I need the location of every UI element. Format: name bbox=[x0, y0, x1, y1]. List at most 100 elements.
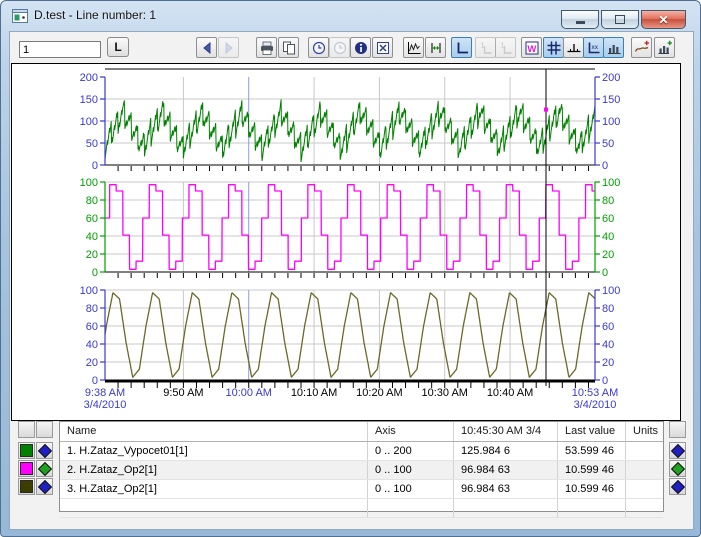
trend-chart-panel[interactable]: 0050501001001501502002000020204040606080… bbox=[11, 63, 681, 421]
title-bar[interactable]: D.test - Line number: 1 ✕ bbox=[1, 1, 700, 31]
svg-text:40: 40 bbox=[602, 339, 614, 351]
axis-select-button[interactable] bbox=[669, 478, 686, 495]
legend-row[interactable]: 1. H.Zataz_Vypocet01[1] 0 .. 200 125.984… bbox=[60, 442, 663, 461]
axis-tick-icon bbox=[566, 40, 582, 56]
minimize-button[interactable] bbox=[561, 10, 599, 29]
axis-numbered-2-button[interactable]: 1 bbox=[495, 37, 516, 58]
close-button[interactable]: ✕ bbox=[641, 10, 686, 29]
print-button[interactable] bbox=[256, 37, 277, 58]
svg-text:60: 60 bbox=[86, 321, 98, 333]
axis-select-button[interactable] bbox=[669, 442, 686, 459]
diamond-icon bbox=[37, 461, 51, 475]
time-settings-button[interactable] bbox=[308, 37, 329, 58]
copy-pages-icon bbox=[281, 40, 297, 56]
svg-text:80: 80 bbox=[86, 195, 98, 207]
curve-style-w-button[interactable]: W bbox=[521, 37, 542, 58]
svg-text:100: 100 bbox=[602, 116, 620, 128]
svg-text:0: 0 bbox=[92, 267, 98, 279]
trend-plus-icon bbox=[634, 40, 650, 56]
trend-scale-button[interactable] bbox=[403, 37, 424, 58]
svg-text:20: 20 bbox=[602, 249, 614, 261]
svg-text:100: 100 bbox=[602, 285, 620, 297]
series-cursor-value: 96.984 63 bbox=[454, 461, 558, 479]
line-button[interactable]: L bbox=[107, 37, 129, 57]
series-color-swatch bbox=[20, 462, 33, 475]
l-axis-values-icon: xx bbox=[586, 40, 602, 56]
axis-values-button[interactable]: xx bbox=[583, 37, 604, 58]
svg-text:xx: xx bbox=[591, 44, 598, 51]
axis-select-header-button[interactable] bbox=[669, 421, 686, 438]
svg-text:10:20 AM: 10:20 AM bbox=[356, 387, 402, 399]
series-marker-button[interactable] bbox=[36, 478, 53, 495]
forward-arrow-icon bbox=[221, 40, 237, 56]
series-last-value: 10.599 46 bbox=[558, 480, 626, 498]
svg-text:10:00 AM: 10:00 AM bbox=[225, 387, 271, 399]
delete-box-button[interactable] bbox=[372, 37, 393, 58]
svg-text:50: 50 bbox=[602, 138, 614, 150]
app-window: D.test - Line number: 1 ✕ L 1 1 W bbox=[0, 0, 701, 537]
close-icon: ✕ bbox=[658, 14, 668, 26]
legend-row[interactable]: 3. H.Zataz_Op2[1] 0 .. 100 96.984 63 10.… bbox=[60, 480, 663, 499]
series-marker-button[interactable] bbox=[36, 442, 53, 459]
histogram-button[interactable] bbox=[603, 37, 624, 58]
grid-button[interactable] bbox=[543, 37, 564, 58]
axis-numbered-1-button[interactable]: 1 bbox=[475, 37, 496, 58]
series-color-button[interactable] bbox=[18, 442, 35, 459]
clock-disabled-icon bbox=[332, 40, 348, 56]
col-header-cursor-time[interactable]: 10:45:30 AM 3/4 bbox=[454, 422, 558, 441]
series-marker-button[interactable] bbox=[36, 460, 53, 477]
compress-time-button[interactable] bbox=[425, 37, 446, 58]
window-icon bbox=[12, 9, 28, 23]
svg-text:3/4/2010: 3/4/2010 bbox=[574, 399, 617, 411]
svg-text:80: 80 bbox=[602, 195, 614, 207]
w-curve-icon: W bbox=[524, 40, 540, 56]
svg-text:40: 40 bbox=[86, 339, 98, 351]
legend-color-header-button[interactable] bbox=[18, 421, 35, 438]
svg-text:10:30 AM: 10:30 AM bbox=[421, 387, 467, 399]
col-header-units[interactable]: Units bbox=[626, 422, 663, 441]
line-number-input[interactable] bbox=[19, 41, 101, 58]
series-color-button[interactable] bbox=[18, 460, 35, 477]
svg-text:0: 0 bbox=[602, 160, 608, 172]
restore-button[interactable] bbox=[601, 10, 639, 29]
col-header-last-value[interactable]: Last value bbox=[558, 422, 626, 441]
bar-chart-icon bbox=[606, 40, 622, 56]
axis-left-button[interactable] bbox=[451, 37, 472, 58]
svg-text:0: 0 bbox=[602, 267, 608, 279]
restore-icon bbox=[615, 15, 625, 24]
diamond-icon bbox=[37, 443, 51, 457]
axis-ticks-button[interactable] bbox=[563, 37, 584, 58]
back-button[interactable] bbox=[196, 37, 217, 58]
bar-chart-plus-icon bbox=[657, 40, 673, 56]
trend-charts[interactable]: 0050501001001501502002000020204040606080… bbox=[12, 64, 680, 420]
svg-text:9:38 AM: 9:38 AM bbox=[85, 387, 125, 399]
col-header-axis[interactable]: Axis bbox=[368, 422, 454, 441]
series-color-button[interactable] bbox=[18, 478, 35, 495]
legend-table: Name Axis 10:45:30 AM 3/4 Last value Uni… bbox=[59, 421, 664, 512]
series-color-swatch bbox=[20, 444, 33, 457]
svg-text:20: 20 bbox=[86, 357, 98, 369]
copy-button[interactable] bbox=[278, 37, 299, 58]
svg-text:40: 40 bbox=[602, 231, 614, 243]
svg-text:60: 60 bbox=[602, 213, 614, 225]
legend-marker-header-button[interactable] bbox=[36, 421, 53, 438]
forward-button[interactable] bbox=[218, 37, 239, 58]
svg-text:150: 150 bbox=[80, 94, 98, 106]
series-axis-range: 0 .. 100 bbox=[368, 461, 454, 479]
diamond-icon bbox=[670, 479, 684, 493]
series-last-value: 10.599 46 bbox=[558, 461, 626, 479]
svg-text:10:53 AM: 10:53 AM bbox=[572, 387, 618, 399]
add-trend-button[interactable] bbox=[631, 37, 652, 58]
info-button[interactable] bbox=[350, 37, 371, 58]
x-box-icon bbox=[375, 40, 391, 56]
legend-empty-row bbox=[60, 499, 663, 518]
series-color-swatch bbox=[20, 480, 33, 493]
series-axis-range: 0 .. 200 bbox=[368, 442, 454, 460]
add-histogram-button[interactable] bbox=[654, 37, 675, 58]
svg-text:20: 20 bbox=[602, 357, 614, 369]
col-header-name[interactable]: Name bbox=[60, 422, 368, 441]
axis-select-button[interactable] bbox=[669, 460, 686, 477]
legend-row[interactable]: 2. H.Zataz_Op2[1] 0 .. 100 96.984 63 10.… bbox=[60, 461, 663, 480]
time-settings-alt-button[interactable] bbox=[329, 37, 350, 58]
svg-text:80: 80 bbox=[86, 303, 98, 315]
